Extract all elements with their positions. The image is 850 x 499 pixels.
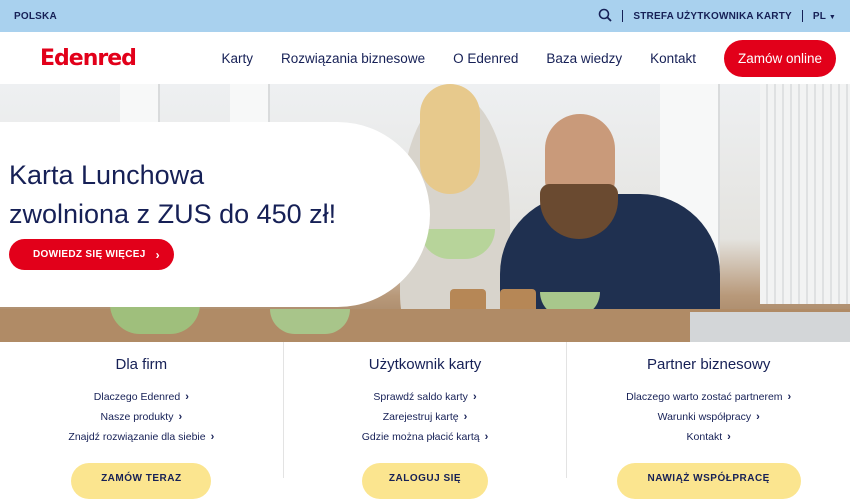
hero-banner: Karta Lunchowa zwolniona z ZUS do 450 zł… bbox=[0, 84, 850, 342]
hero-title: Karta Lunchowa zwolniona z ZUS do 450 zł… bbox=[9, 156, 336, 234]
nav-item-contact[interactable]: Kontakt bbox=[650, 51, 696, 66]
language-label: PL bbox=[812, 10, 826, 22]
column-card-user: Użytkownik karty Sprawdź saldo karty › Za… bbox=[282, 342, 567, 499]
link-check-balance[interactable]: Sprawdź saldo karty › bbox=[284, 391, 567, 403]
main-navigation: Edenred Karty Rozwiązania biznesowe O Ed… bbox=[0, 32, 850, 84]
chevron-right-icon: › bbox=[727, 431, 731, 443]
order-now-button[interactable]: ZAMÓW TERAZ bbox=[71, 463, 212, 499]
search-icon[interactable] bbox=[598, 8, 613, 25]
nav-item-karty[interactable]: Karty bbox=[221, 51, 253, 66]
link-cooperation-terms[interactable]: Warunki współpracy › bbox=[567, 411, 850, 423]
caret-down-icon: ▼ bbox=[828, 13, 836, 21]
column-companies: Dla firm Dlaczego Edenred › Nasze produkt… bbox=[0, 342, 283, 499]
link-where-to-pay[interactable]: Gdzie można płacić kartą › bbox=[284, 431, 567, 443]
nav-item-about[interactable]: O Edenred bbox=[453, 51, 518, 66]
nav-item-business-solutions[interactable]: Rozwiązania biznesowe bbox=[281, 51, 425, 66]
order-online-button[interactable]: Zamów online bbox=[723, 39, 836, 77]
start-cooperation-button[interactable]: NAWIĄŻ WSPÓŁPRACĘ bbox=[616, 463, 801, 499]
divider bbox=[801, 10, 803, 22]
chevron-right-icon: › bbox=[463, 411, 468, 423]
chevron-right-icon: › bbox=[787, 391, 792, 403]
chevron-right-icon: › bbox=[472, 391, 477, 403]
link-why-edenred[interactable]: Dlaczego Edenred › bbox=[0, 391, 283, 403]
language-selector[interactable]: PL ▼ bbox=[813, 11, 836, 22]
link-contact[interactable]: Kontakt › bbox=[567, 431, 850, 443]
user-zone-link[interactable]: STREFA UŻYTKOWNIKA KARTY bbox=[633, 11, 792, 22]
nav-menu: Karty Rozwiązania biznesowe O Edenred Ba… bbox=[221, 39, 836, 77]
chevron-right-icon: › bbox=[178, 411, 183, 423]
link-register-card[interactable]: Zarejestruj kartę › bbox=[284, 411, 567, 423]
link-find-solution[interactable]: Znajdź rozwiązanie dla siebie › bbox=[0, 431, 283, 443]
chevron-right-icon: › bbox=[756, 411, 760, 423]
hero-title-line-2: zwolniona z ZUS do 450 zł! bbox=[9, 199, 337, 229]
chevron-right-icon: › bbox=[210, 431, 215, 443]
chevron-right-icon: › bbox=[185, 391, 189, 403]
link-our-products[interactable]: Nasze produkty › bbox=[0, 411, 283, 423]
login-button[interactable]: ZALOGUJ SIĘ bbox=[362, 463, 488, 499]
column-title: Partner biznesowy bbox=[646, 356, 771, 373]
column-title: Użytkownik karty bbox=[368, 356, 482, 373]
edenred-logo[interactable]: Edenred bbox=[40, 45, 137, 71]
column-title: Dla firm bbox=[115, 356, 168, 373]
nav-item-knowledge-base[interactable]: Baza wiedzy bbox=[546, 51, 622, 66]
divider bbox=[622, 10, 624, 22]
country-label[interactable]: POLSKA bbox=[14, 11, 57, 22]
chevron-right-icon: › bbox=[484, 431, 489, 443]
link-why-partner[interactable]: Dlaczego warto zostać partnerem › bbox=[567, 391, 850, 403]
logo-wordmark: Edenred bbox=[40, 45, 137, 71]
hero-title-line-1: Karta Lunchowa bbox=[9, 160, 205, 190]
audience-columns: Dla firm Dlaczego Edenred › Nasze produkt… bbox=[0, 342, 850, 499]
top-utility-bar: POLSKA STREFA UŻYTKOWNIKA KARTY PL ▼ bbox=[0, 0, 850, 32]
learn-more-label: DOWIEDZ SIĘ WIĘCEJ bbox=[33, 249, 146, 260]
chevron-right-icon: › bbox=[155, 247, 160, 262]
learn-more-button[interactable]: DOWIEDZ SIĘ WIĘCEJ › bbox=[9, 239, 174, 270]
column-business-partner: Partner biznesowy Dlaczego warto zostać … bbox=[566, 342, 850, 499]
